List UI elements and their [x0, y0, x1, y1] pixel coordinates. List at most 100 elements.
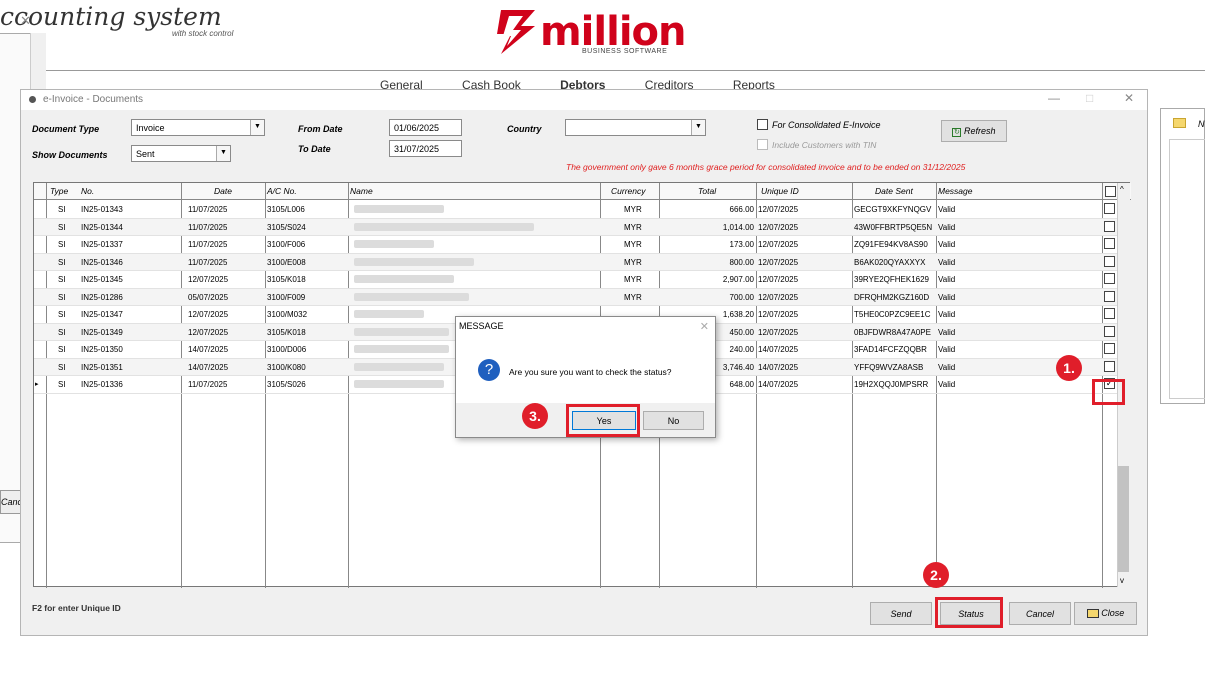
- row-checkbox[interactable]: [1104, 220, 1115, 232]
- right-panel-list: [1169, 139, 1205, 399]
- cell-type: SI: [58, 310, 66, 319]
- table-header: Type No. Date A/C No. Name Currency Tota…: [34, 183, 1131, 200]
- consolidated-checkbox[interactable]: [757, 119, 768, 130]
- row-checkbox[interactable]: [1104, 325, 1115, 337]
- document-type-select[interactable]: Invoice ▼: [131, 119, 265, 136]
- table-row[interactable]: SI IN25-01344 11/07/2025 3105/S024 MYR 1,014.…: [34, 218, 1117, 236]
- cell-message: Valid: [938, 345, 956, 354]
- col-ac-no[interactable]: A/C No.: [267, 186, 297, 196]
- table-row[interactable]: SI IN25-01337 11/07/2025 3100/F006 MYR 173.00…: [34, 236, 1117, 254]
- cell-type: SI: [58, 362, 66, 372]
- send-button[interactable]: Send: [870, 602, 932, 625]
- scroll-down-icon[interactable]: v: [1120, 576, 1124, 585]
- row-checkbox[interactable]: [1104, 273, 1115, 284]
- million-logo-icon: [497, 10, 535, 54]
- cell-message: Valid: [938, 362, 956, 372]
- from-date-input[interactable]: 01/06/2025: [389, 119, 462, 136]
- refresh-button[interactable]: ↻ Refresh: [941, 120, 1007, 142]
- table-row[interactable]: SI IN25-01286 05/07/2025 3100/F009 MYR 700.00…: [34, 288, 1117, 306]
- folder-close-icon: [1086, 609, 1099, 619]
- no-button[interactable]: No: [643, 411, 704, 430]
- cell-message: Valid: [938, 327, 956, 337]
- window-close-icon[interactable]: ✕: [1124, 91, 1134, 105]
- redacted-name: [354, 240, 434, 248]
- from-date-label: From Date: [298, 124, 343, 134]
- cell-date-sent: 19H2XQQJ0MPSRR: [854, 380, 929, 389]
- cell-no: IN25-01350: [81, 345, 123, 354]
- app-title: ccounting system: [0, 2, 222, 31]
- step3-badge: 3.: [522, 403, 548, 429]
- row-checkbox[interactable]: [1104, 290, 1115, 302]
- country-select[interactable]: ▼: [565, 119, 706, 136]
- row-checkbox[interactable]: [1104, 343, 1115, 354]
- cell-ac-no: 3100/K080: [267, 362, 306, 372]
- dialog-title: MESSAGE: [456, 317, 715, 337]
- scroll-up-icon[interactable]: ^: [1120, 185, 1124, 194]
- cell-date: 11/07/2025: [188, 205, 228, 214]
- row-checkbox[interactable]: [1104, 360, 1115, 372]
- cell-type: SI: [58, 205, 66, 214]
- cell-currency: MYR: [624, 205, 642, 214]
- document-type-label: Document Type: [32, 124, 100, 134]
- redacted-name: [354, 362, 444, 371]
- step2-badge: 2.: [923, 562, 949, 588]
- row-checkbox[interactable]: [1104, 308, 1115, 319]
- to-date-label: To Date: [298, 144, 331, 154]
- cell-unique-id: 12/07/2025: [758, 240, 799, 249]
- folder-icon: [1173, 118, 1186, 128]
- close-button[interactable]: Close: [1074, 602, 1137, 625]
- refresh-label: Refresh: [964, 126, 996, 136]
- cell-ac-no: 3100/M032: [267, 310, 308, 319]
- bg-close-icon[interactable]: ✕: [20, 13, 31, 29]
- minimize-icon[interactable]: —: [1048, 91, 1060, 105]
- col-message[interactable]: Message: [938, 186, 973, 196]
- col-date-sent[interactable]: Date Sent: [875, 186, 913, 196]
- cell-currency: MYR: [624, 240, 642, 249]
- cell-date-sent: YFFQ9WVZA8ASB: [854, 362, 924, 372]
- col-total[interactable]: Total: [698, 186, 716, 196]
- col-no[interactable]: No.: [81, 186, 94, 196]
- table-row[interactable]: SI IN25-01346 11/07/2025 3100/E008 MYR 800.00…: [34, 253, 1117, 271]
- cell-currency: MYR: [624, 292, 642, 302]
- cell-ac-no: 3100/E008: [267, 257, 306, 267]
- cell-no: IN25-01336: [81, 380, 123, 389]
- show-documents-label: Show Documents: [32, 150, 108, 160]
- row-checkbox[interactable]: [1104, 238, 1115, 249]
- col-type[interactable]: Type: [50, 186, 68, 196]
- cell-message: Valid: [938, 310, 956, 319]
- include-tin-label: Include Customers with TIN: [772, 140, 877, 150]
- show-documents-select[interactable]: Sent ▼: [131, 145, 231, 162]
- col-currency[interactable]: Currency: [611, 186, 645, 196]
- window-titlebar: e-Invoice - Documents — □ ✕: [21, 90, 1147, 110]
- cell-date: 12/07/2025: [188, 310, 229, 319]
- cell-date: 11/07/2025: [188, 222, 228, 232]
- cell-date: 12/07/2025: [188, 275, 229, 284]
- cancel-button[interactable]: Cancel: [1009, 602, 1071, 625]
- app-subtitle: with stock control: [172, 29, 234, 38]
- cell-type: SI: [58, 275, 66, 284]
- cell-ac-no: 3105/S024: [267, 222, 306, 232]
- cell-no: IN25-01345: [81, 275, 123, 284]
- cell-date-sent: T5HE0C0PZC9EE1C: [854, 310, 931, 319]
- to-date-input[interactable]: 31/07/2025: [389, 140, 462, 157]
- table-row[interactable]: SI IN25-01343 11/07/2025 3105/L006 MYR 666.00…: [34, 201, 1117, 219]
- cell-date: 05/07/2025: [188, 292, 229, 302]
- scroll-thumb[interactable]: [1118, 466, 1129, 572]
- dialog-close-icon[interactable]: ✕: [700, 320, 709, 333]
- maximize-icon[interactable]: □: [1086, 91, 1093, 105]
- cell-date-sent: B6AK020QYAXXYX: [854, 257, 926, 267]
- step3-highlight: [566, 404, 640, 437]
- col-unique-id[interactable]: Unique ID: [761, 186, 799, 196]
- cell-type: SI: [58, 327, 66, 337]
- select-all-checkbox[interactable]: [1105, 186, 1116, 197]
- cell-unique-id: 12/07/2025: [758, 275, 799, 284]
- col-name[interactable]: Name: [350, 186, 373, 196]
- include-tin-checkbox[interactable]: [757, 139, 768, 150]
- col-date[interactable]: Date: [214, 186, 232, 196]
- row-checkbox[interactable]: [1104, 203, 1115, 214]
- cell-message: Valid: [938, 275, 956, 284]
- row-checkbox[interactable]: [1104, 255, 1115, 267]
- cell-message: Valid: [938, 205, 956, 214]
- cell-no: IN25-01337: [81, 240, 123, 249]
- table-row[interactable]: SI IN25-01345 12/07/2025 3105/K018 MYR 2,907.…: [34, 271, 1117, 289]
